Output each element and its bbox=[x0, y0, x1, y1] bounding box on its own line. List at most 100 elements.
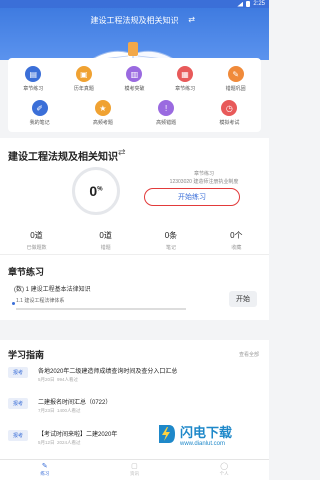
news-tab-icon: ▢ bbox=[131, 463, 138, 470]
mock-breakthrough-icon: ▥ bbox=[126, 66, 143, 82]
past-exam-icon: ▣ bbox=[75, 66, 92, 82]
chapter-meta: 章节练习 12303020 建造师注册执业制度 bbox=[164, 170, 244, 186]
chapter-progress-bar bbox=[16, 308, 186, 310]
category-badge: 报考 bbox=[8, 398, 28, 409]
bottom-tab-bar: ✎ 练习 ▢ 资讯 ◯ 个人 bbox=[0, 459, 269, 480]
list-item[interactable]: 报考 各地2020年二级建造师成绩查询时间及查分入口汇总 5月20日 994人看… bbox=[0, 363, 269, 391]
article-date: 5月20日 bbox=[38, 377, 55, 382]
stat-value: 0个 bbox=[230, 231, 243, 240]
switch-subject-icon[interactable]: ⇄ bbox=[118, 147, 126, 158]
article-views: 2024人看过 bbox=[57, 440, 81, 445]
feature-button[interactable]: ! 高频错题 bbox=[145, 100, 187, 126]
stat-favorites[interactable]: 0个收藏 bbox=[230, 230, 242, 251]
section-title: 学习指南 bbox=[8, 350, 45, 360]
frequent-questions-icon: ★ bbox=[94, 100, 111, 116]
mock-exam-icon: ◷ bbox=[221, 100, 238, 116]
feature-label: 历年真题 bbox=[73, 86, 94, 92]
status-time: 2:25 bbox=[253, 1, 265, 7]
feature-button[interactable]: ▦ 章节练习 bbox=[164, 66, 206, 92]
stat-notes[interactable]: 0条笔记 bbox=[165, 230, 177, 251]
article-meta: 5月12日 2024人看过 bbox=[38, 440, 81, 446]
subchapter-item[interactable]: 1.1 建设工程法律体系 bbox=[16, 297, 64, 304]
stat-value: 0道 bbox=[30, 231, 43, 240]
chapter-code: 12303020 bbox=[169, 179, 192, 185]
article-date: 5月12日 bbox=[38, 440, 55, 445]
feature-label: 高频考题 bbox=[92, 120, 113, 126]
watermark-url: www.dianlut.com bbox=[180, 440, 226, 447]
practice-tab-icon: ✎ bbox=[41, 463, 48, 470]
progress-unit: % bbox=[97, 186, 103, 193]
article-title[interactable]: 二建报名时间汇总（0722） bbox=[38, 397, 111, 406]
stat-label: 错题 bbox=[100, 245, 111, 251]
chapter-item[interactable]: (数) 1 建设工程基本法律知识 bbox=[14, 284, 91, 293]
progress-value: 0% bbox=[89, 183, 102, 199]
chapter-practice-2-icon: ▦ bbox=[177, 66, 194, 82]
watermark: 闪电下载 www.dianlut.com bbox=[155, 420, 265, 448]
feature-row-2: ✐ 我的笔记 ★ 高频考题! 高频错题 ◷ 模拟考试 bbox=[8, 100, 261, 126]
category-badge: 报考 bbox=[8, 367, 28, 378]
watermark-text: 闪电下载 www.dianlut.com bbox=[180, 422, 232, 447]
tab-practice[interactable]: ✎ 练习 bbox=[40, 463, 49, 477]
article-date: 7月23日 bbox=[38, 408, 55, 413]
app-header: 建设工程法规及相关知识 ⇄ bbox=[0, 8, 269, 60]
article-title[interactable]: 各地2020年二级建造师成绩查询时间及查分入口汇总 bbox=[38, 366, 177, 375]
switch-subject-icon[interactable]: ⇄ bbox=[188, 15, 195, 24]
signal-icon bbox=[237, 1, 244, 7]
start-chapter-button[interactable]: 开始 bbox=[229, 291, 257, 307]
article-title[interactable]: 【考试时间来啦】二建2020年 bbox=[38, 429, 117, 438]
stat-wrong[interactable]: 0道错题 bbox=[99, 230, 111, 251]
tab-label: 资讯 bbox=[129, 471, 139, 476]
feature-button[interactable]: ✐ 我的笔记 bbox=[19, 100, 61, 126]
watermark-brand: 闪电下载 bbox=[180, 424, 233, 440]
feature-button[interactable]: ▣ 历年真题 bbox=[63, 66, 105, 92]
feature-grid: ▤ 章节练习 ▣ 历年真题 ▥ 模考突破 ▦ 章节练习 ✎ 错题巩固 ✐ 我的笔记 ★ 高频考题! 高频错… bbox=[8, 58, 261, 132]
subject-name: 建设工程法规及相关知识 bbox=[8, 152, 118, 163]
feature-row-1: ▤ 章节练习 ▣ 历年真题 ▥ 模考突破 ▦ 章节练习 ✎ 错题巩固 bbox=[8, 66, 261, 92]
profile-tab-icon: ◯ bbox=[220, 463, 229, 470]
stat-label: 已做题数 bbox=[26, 245, 47, 251]
start-practice-button[interactable]: 开始练习 bbox=[144, 188, 240, 206]
book-illustration bbox=[89, 42, 177, 60]
feature-button[interactable]: ▤ 章节练习 bbox=[12, 66, 54, 92]
header-title[interactable]: 建设工程法规及相关知识 bbox=[0, 15, 269, 26]
feature-label: 模考突破 bbox=[124, 86, 145, 92]
tab-profile[interactable]: ◯ 个人 bbox=[220, 463, 229, 477]
section-title: 章节练习 bbox=[8, 267, 45, 277]
feature-label: 错题巩固 bbox=[225, 86, 246, 92]
battery-icon bbox=[246, 1, 251, 7]
tab-label: 个人 bbox=[219, 471, 229, 476]
feature-label: 章节练习 bbox=[175, 86, 196, 92]
feature-label: 章节练习 bbox=[23, 86, 44, 92]
wrong-questions-icon: ✎ bbox=[227, 66, 244, 82]
frequent-errors-icon: ! bbox=[158, 100, 175, 116]
progress-ring: 0% bbox=[72, 167, 120, 215]
stat-label: 笔记 bbox=[165, 245, 176, 251]
feature-button[interactable]: ▥ 模考突破 bbox=[113, 66, 155, 92]
feature-label: 我的笔记 bbox=[29, 120, 50, 126]
bullet-icon bbox=[12, 302, 15, 305]
status-bar: 2:25 bbox=[0, 0, 269, 8]
category-badge: 报考 bbox=[8, 430, 28, 441]
chapter-meta-code: 12303020 建造师注册执业制度 bbox=[164, 178, 244, 186]
tab-label: 练习 bbox=[40, 471, 50, 476]
notes-icon: ✐ bbox=[31, 100, 48, 116]
stat-value: 0道 bbox=[99, 231, 112, 240]
article-views: 1400人看过 bbox=[57, 408, 81, 413]
stats-row: 0道已做题数 0道错题 0条笔记 0个收藏 bbox=[0, 230, 269, 251]
feature-label: 模拟考试 bbox=[219, 120, 240, 126]
feature-button[interactable]: ✎ 错题巩固 bbox=[215, 66, 257, 92]
stat-label: 收藏 bbox=[231, 245, 242, 251]
feature-button[interactable]: ◷ 模拟考试 bbox=[208, 100, 250, 126]
chapter-name: 建造师注册执业制度 bbox=[193, 179, 239, 185]
tab-news[interactable]: ▢ 资讯 bbox=[130, 463, 139, 477]
lightning-logo-icon bbox=[159, 425, 175, 443]
list-item[interactable]: 报考 二建报名时间汇总（0722） 7月23日 1400人看过 bbox=[0, 394, 269, 422]
chapter-practice-icon: ▤ bbox=[25, 66, 42, 82]
feature-label: 高频错题 bbox=[156, 120, 177, 126]
view-all-link[interactable]: 查看全部 bbox=[239, 351, 259, 358]
article-views: 994人看过 bbox=[57, 377, 79, 382]
feature-button[interactable]: ★ 高频考题 bbox=[82, 100, 124, 126]
stat-done[interactable]: 0道已做题数 bbox=[26, 230, 46, 251]
article-meta: 5月20日 994人看过 bbox=[38, 377, 78, 383]
stat-value: 0条 bbox=[164, 231, 178, 240]
